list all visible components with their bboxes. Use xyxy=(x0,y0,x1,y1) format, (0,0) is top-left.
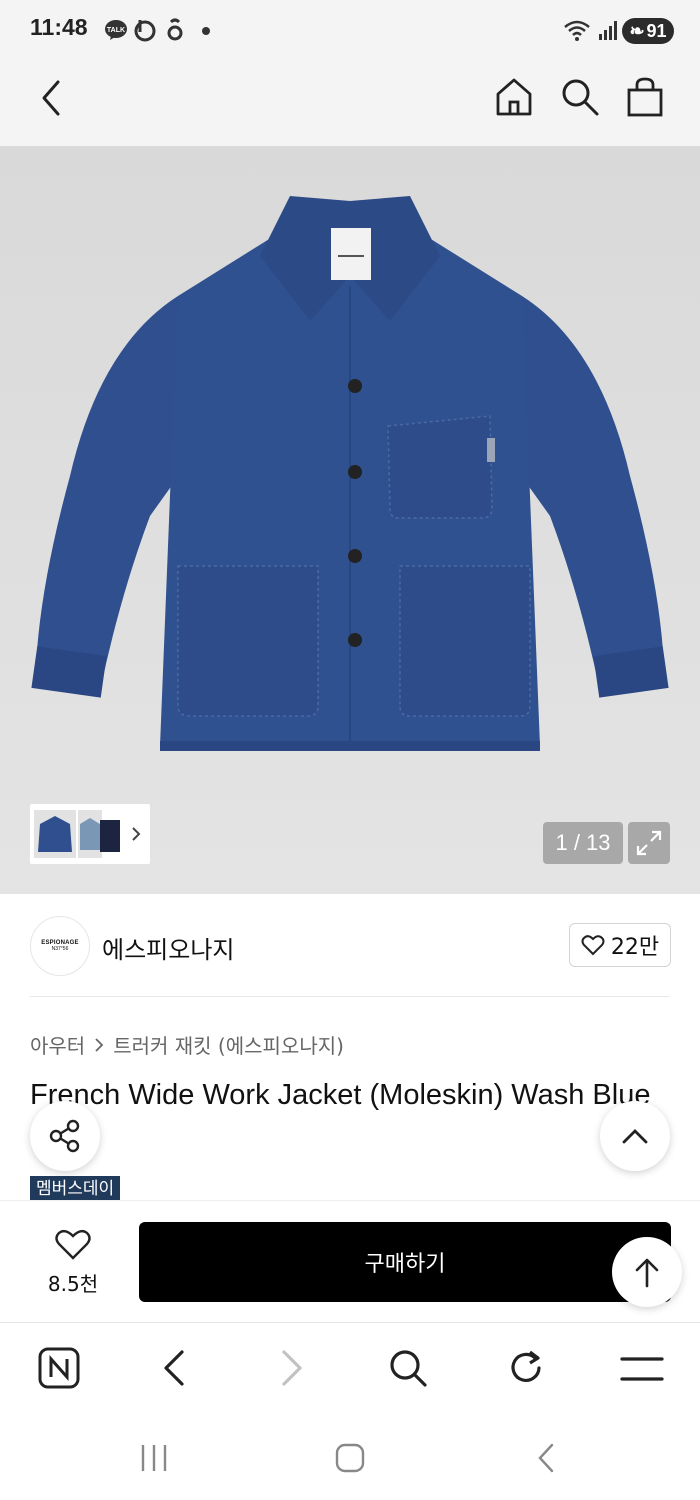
collapse-button[interactable] xyxy=(600,1101,670,1171)
search-icon[interactable] xyxy=(560,77,600,117)
divider xyxy=(30,996,670,997)
talk-badge-text: TALK xyxy=(107,27,125,34)
recent-apps-icon[interactable] xyxy=(138,1442,170,1474)
breadcrumb-subcategory[interactable]: 트러커 재킷 (에스피오나지) xyxy=(113,1030,344,1059)
breadcrumb-category[interactable]: 아우터 xyxy=(30,1030,85,1059)
battery-indicator: ❧ 91 xyxy=(622,18,674,44)
b-app-icon xyxy=(134,20,156,42)
back-icon[interactable] xyxy=(38,78,66,118)
product-title: French Wide Work Jacket (Moleskin) Wash … xyxy=(30,1079,651,1111)
signal-icon xyxy=(599,21,617,40)
thumbnail-strip[interactable] xyxy=(30,804,150,864)
wishlist-count: 8.5천 xyxy=(47,1272,99,1296)
breadcrumb: 아우터 트러커 재킷 (에스피오나지) xyxy=(30,1030,344,1059)
arrow-up-icon xyxy=(635,1258,659,1288)
chevron-up-icon xyxy=(622,1129,648,1144)
menu-icon[interactable] xyxy=(620,1354,664,1384)
battery-leaf-icon: ❧ xyxy=(629,20,645,41)
brand-logo-line2: N37°56 xyxy=(51,946,69,952)
system-back-icon[interactable] xyxy=(534,1442,558,1474)
browser-search-icon[interactable] xyxy=(388,1348,428,1388)
brand-like-count: 22만 xyxy=(610,935,660,960)
app-notification-icon xyxy=(167,18,183,41)
scroll-to-top-button[interactable] xyxy=(612,1237,682,1307)
browser-toolbar xyxy=(0,1322,700,1417)
brand-like-button[interactable]: 22만 xyxy=(569,923,671,967)
product-image[interactable] xyxy=(0,146,700,894)
home-icon[interactable] xyxy=(494,76,534,118)
chevron-right-icon xyxy=(95,1037,104,1052)
n-logo-icon[interactable] xyxy=(38,1347,80,1389)
browser-back-icon[interactable] xyxy=(160,1348,188,1388)
wishlist-heart-icon[interactable] xyxy=(55,1229,91,1261)
brand-name[interactable]: 에스피오나지 xyxy=(102,930,234,965)
share-icon xyxy=(49,1119,80,1153)
battery-level: 91 xyxy=(646,20,667,41)
system-home-icon[interactable] xyxy=(334,1442,366,1474)
jacket-photo xyxy=(0,146,700,894)
buy-button[interactable]: 구매하기 xyxy=(139,1222,671,1302)
heart-icon xyxy=(581,935,605,956)
member-day-badge: 멤버스데이 xyxy=(30,1176,121,1202)
talk-icon: TALK xyxy=(105,20,127,40)
thumbnail-next-icon xyxy=(132,827,141,841)
expand-icon xyxy=(636,830,662,856)
image-counter: 1 / 13 xyxy=(543,822,623,864)
status-time: 11:48 xyxy=(30,14,88,40)
wifi-icon xyxy=(564,20,590,41)
expand-button[interactable] xyxy=(628,822,670,864)
more-notifications-dot xyxy=(202,27,210,35)
refresh-icon[interactable] xyxy=(506,1348,546,1388)
brand-logo[interactable]: ESPIONAGE N37°56 xyxy=(30,916,90,976)
browser-forward-icon[interactable] xyxy=(278,1348,306,1388)
shopping-bag-icon[interactable] xyxy=(626,76,664,118)
share-button[interactable] xyxy=(30,1101,100,1171)
